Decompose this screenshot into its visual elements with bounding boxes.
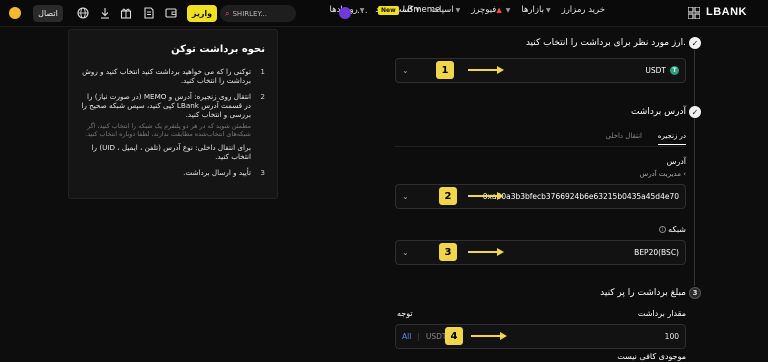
amount-currency: USDT bbox=[425, 332, 447, 341]
fire-icon: ▲ bbox=[496, 6, 502, 14]
top-navigation-bar: LBANK خرید رمزارز بازارها ▼ فیوچرز▲ ▼ اسپا… bbox=[0, 0, 768, 27]
nav-lbmeme[interactable]: New LBmeme bbox=[378, 5, 440, 15]
guide-step: 3 تأیید و ارسال برداشت. bbox=[183, 168, 265, 177]
tab-divider bbox=[395, 146, 686, 147]
chevron-down-icon: ▼ bbox=[455, 7, 461, 14]
guide-step: 2 انتقال روی زنجیره: آدرس و MEMO (در صور… bbox=[81, 92, 265, 161]
coin-icon[interactable] bbox=[9, 7, 21, 19]
max-all-button[interactable]: All bbox=[402, 332, 411, 341]
annotation-arrow-icon bbox=[468, 248, 504, 256]
chevron-left-icon: ‹ bbox=[683, 170, 686, 178]
annotation-badge: 3 bbox=[439, 243, 457, 261]
search-icon: ⌕ bbox=[225, 8, 230, 18]
annotation-badge: 1 bbox=[436, 61, 454, 79]
tab-onchain[interactable]: در زنجیره bbox=[657, 132, 687, 145]
main-nav: خرید رمزارز بازارها ▼ فیوچرز▲ ▼ اسپات ▼ کسب… bbox=[330, 5, 606, 15]
withdraw-address-title: آدرس برداشت bbox=[630, 107, 686, 117]
step-done-check-icon: ✓ bbox=[689, 106, 701, 118]
nav-buy-crypto[interactable]: خرید رمزارز bbox=[562, 5, 605, 15]
chevron-down-icon: ▼ bbox=[545, 7, 551, 14]
orders-document-icon[interactable] bbox=[143, 7, 155, 19]
connect-button[interactable]: اتصال bbox=[33, 5, 63, 22]
new-badge: New bbox=[378, 5, 399, 15]
info-icon[interactable]: i bbox=[659, 226, 667, 233]
guide-title: نحوه برداشت توکن bbox=[171, 44, 265, 55]
gift-rewards-icon[interactable] bbox=[120, 7, 132, 19]
amount-input[interactable]: All | USDT 100 bbox=[395, 324, 686, 349]
address-label: آدرس bbox=[666, 157, 686, 166]
step-done-check-icon: ✓ bbox=[689, 37, 701, 49]
promo-avatar-icon[interactable] bbox=[339, 7, 351, 19]
search-input[interactable]: ⌕ SHIRLEY... bbox=[220, 5, 296, 22]
network-label: i شبکه bbox=[659, 225, 686, 234]
nav-futures[interactable]: فیوچرز▲ ▼ bbox=[471, 5, 510, 15]
amount-label: مقدار برداشت bbox=[637, 309, 686, 318]
globe-language-icon[interactable] bbox=[77, 7, 89, 19]
notice-label: توجه bbox=[397, 309, 413, 318]
chevron-down-icon: ⌄ bbox=[402, 192, 409, 201]
usdt-token-icon: T bbox=[670, 66, 679, 75]
annotation-arrow-icon bbox=[468, 66, 504, 74]
step-connector bbox=[694, 118, 695, 286]
chevron-down-icon: ⌄ bbox=[402, 66, 409, 75]
deposit-button[interactable]: واریز bbox=[187, 5, 217, 22]
download-app-icon[interactable] bbox=[99, 7, 111, 19]
select-coin-title: ارز مورد نظر برای برداشت را انتخاب کنید. bbox=[525, 38, 686, 48]
tab-internal-transfer[interactable]: انتقال داخلی bbox=[605, 132, 642, 140]
step-connector bbox=[694, 50, 695, 106]
step-number-badge: 3 bbox=[689, 287, 701, 299]
annotation-badge: 2 bbox=[439, 187, 457, 205]
wallet-icon[interactable] bbox=[165, 7, 177, 19]
amount-value: 100 bbox=[664, 332, 679, 341]
annotation-badge: 4 bbox=[445, 327, 463, 345]
apps-grid-icon[interactable] bbox=[688, 7, 700, 19]
annotation-arrow-icon bbox=[471, 332, 507, 340]
address-management-link[interactable]: مدیریت آدرس ‹ bbox=[640, 170, 686, 178]
nav-markets[interactable]: بازارها ▼ bbox=[521, 5, 550, 15]
withdraw-amount-title: مبلغ برداشت را پر کنید bbox=[600, 288, 686, 298]
chevron-down-icon: ▼ bbox=[505, 7, 511, 14]
withdraw-guide-panel: نحوه برداشت توکن 1 توکنی را که می خواهید… bbox=[68, 29, 278, 199]
more-menu-button[interactable]: ... bbox=[357, 6, 369, 16]
chevron-down-icon: ⌄ bbox=[402, 248, 409, 257]
annotation-arrow-icon bbox=[468, 192, 504, 200]
balance-warning: موجودی کافی نیست bbox=[617, 352, 686, 361]
guide-note: مطمئن شوید که در هر دو پلتفرم یک شبکه را… bbox=[85, 122, 251, 138]
guide-step: 1 توکنی را که می خواهید برداشت کنید انتخ… bbox=[82, 67, 265, 85]
lbank-logo[interactable]: LBANK bbox=[706, 6, 747, 18]
